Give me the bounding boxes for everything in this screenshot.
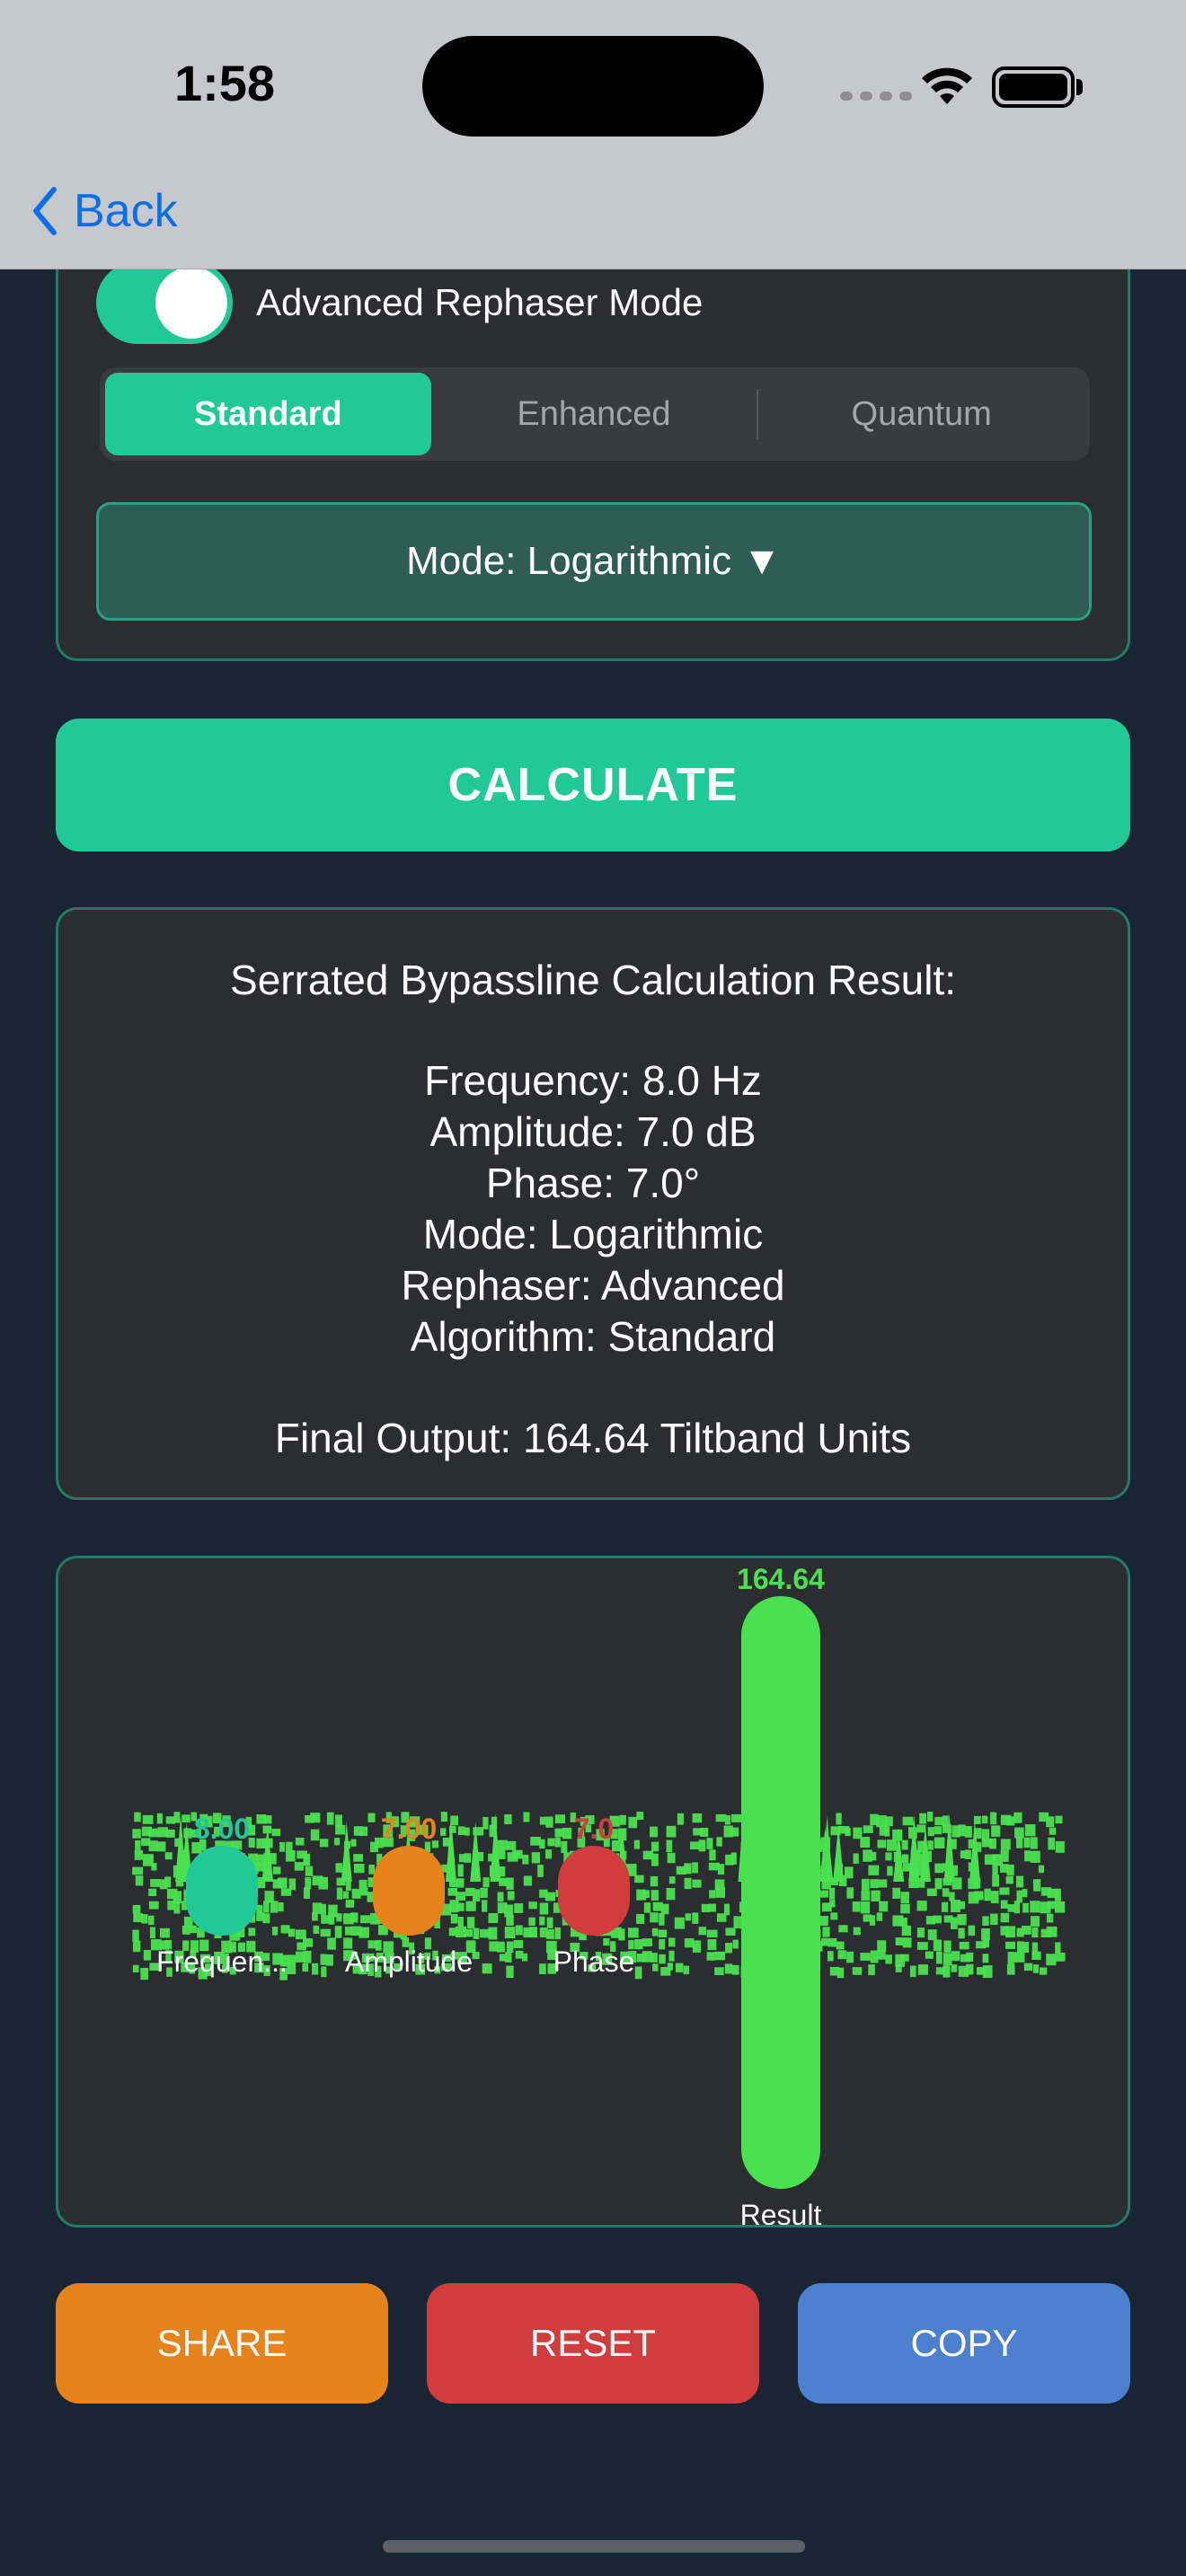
chart-bar — [373, 1846, 445, 1936]
home-indicator — [383, 2540, 805, 2553]
result-amplitude: Amplitude: 7.0 dB — [429, 1108, 757, 1155]
chart-value-label: 164.64 — [737, 1563, 825, 1595]
share-button[interactable]: SHARE — [56, 2283, 388, 2404]
chart-category-label: Phase — [553, 1945, 635, 1978]
result-card: Serrated Bypassline Calculation Result: … — [56, 907, 1130, 1500]
back-button[interactable]: Back — [31, 180, 178, 243]
battery-cap — [1076, 79, 1083, 95]
status-bar: 1:58 — [0, 0, 1186, 171]
chart-value-label: 7.00 — [381, 1813, 437, 1845]
chart-value-label: 7.0 — [574, 1813, 614, 1845]
wifi-icon — [922, 67, 972, 104]
rephaser-toggle-label: Advanced Rephaser Mode — [256, 281, 704, 323]
result-final-output: Final Output: 164.64 Tiltband Units — [274, 1415, 912, 1461]
chevron-left-icon — [33, 187, 57, 235]
chart-bar — [186, 1846, 258, 1936]
algorithm-segmented-control: Standard Enhanced Quantum — [100, 367, 1090, 461]
calculate-button[interactable]: CALCULATE — [56, 719, 1130, 851]
chart-value-label: 8.00 — [194, 1813, 250, 1845]
segment-enhanced[interactable]: Enhanced — [431, 373, 757, 455]
copy-button[interactable]: COPY — [798, 2283, 1130, 2404]
chart-category-label: Frequen... — [156, 1945, 288, 1978]
result-title: Serrated Bypassline Calculation Result: — [230, 957, 956, 1003]
chart-bar — [558, 1846, 630, 1936]
result-frequency: Frequency: 8.0 Hz — [424, 1057, 762, 1104]
chart-svg: 8.00 Frequen... 7.00 Amplitude 7.0 Phase 164.6… — [132, 1563, 1066, 2225]
dynamic-island — [422, 36, 764, 137]
result-lines: Frequency: 8.0 Hz Amplitude: 7.0 dB Phas… — [58, 1055, 1128, 1363]
segment-standard[interactable]: Standard — [105, 373, 431, 455]
chart-bar — [741, 1596, 820, 2189]
nav-bar — [0, 171, 1186, 269]
reset-button[interactable]: RESET — [427, 2283, 759, 2404]
action-buttons: SHARE RESET COPY — [56, 2283, 1130, 2404]
rephaser-toggle-row: Advanced Rephaser Mode — [96, 261, 703, 344]
rephaser-toggle[interactable] — [96, 261, 233, 344]
battery-icon — [992, 66, 1075, 108]
result-phase: Phase: 7.0° — [485, 1160, 701, 1206]
chart-category-label: Amplitude — [345, 1945, 473, 1978]
mode-dropdown[interactable]: Mode: Logarithmic ▼ — [96, 502, 1092, 621]
segment-quantum[interactable]: Quantum — [758, 373, 1084, 455]
back-label: Back — [74, 185, 178, 237]
status-time: 1:58 — [173, 55, 276, 111]
result-mode: Mode: Logarithmic — [422, 1211, 764, 1257]
result-chart: 8.00 Frequen... 7.00 Amplitude 7.0 Phase 164.6… — [56, 1556, 1130, 2228]
chart-category-label: Result — [740, 2199, 822, 2225]
chart-bar-result: 164.64 Result — [737, 1563, 825, 2225]
signal-dots-icon — [840, 92, 912, 101]
result-rephaser: Rephaser: Advanced — [401, 1262, 785, 1309]
toggle-knob — [155, 267, 227, 339]
result-algorithm: Algorithm: Standard — [410, 1313, 776, 1360]
